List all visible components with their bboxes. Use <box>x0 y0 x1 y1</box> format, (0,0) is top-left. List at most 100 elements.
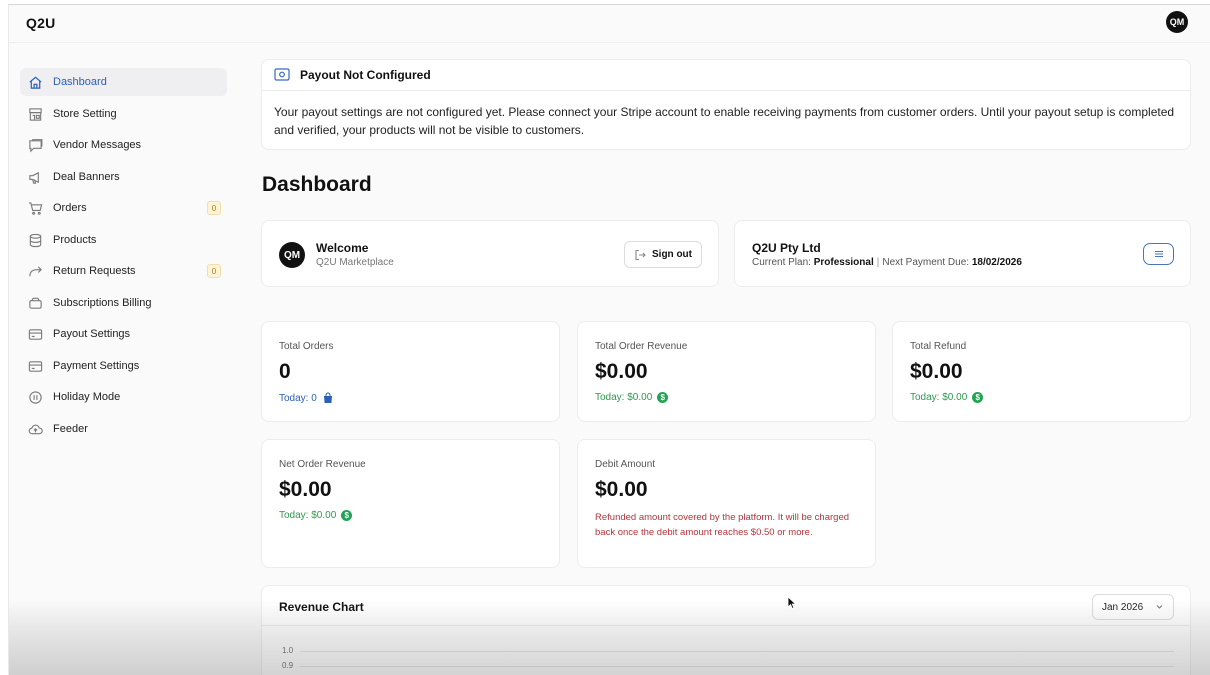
sidebar-item-vendor-messages[interactable]: Vendor Messages <box>20 131 227 159</box>
orders-count-badge: 0 <box>207 201 221 215</box>
sidebar-item-deal-banners[interactable]: Deal Banners <box>20 163 227 191</box>
debit-note: Refunded amount covered by the platform.… <box>595 512 850 538</box>
month-select[interactable]: Jan 2026 <box>1092 594 1174 620</box>
chart-title: Revenue Chart <box>279 600 364 614</box>
sidebar-item-label: Holiday Mode <box>53 391 121 403</box>
stat-value: $0.00 <box>279 478 332 501</box>
sign-out-label: Sign out <box>652 249 692 260</box>
stat-label: Total Orders <box>279 341 334 352</box>
returns-count-badge: 0 <box>207 264 221 278</box>
sidebar-item-label: Payment Settings <box>53 360 140 372</box>
stat-today: Today: $0.00 $ <box>279 510 353 521</box>
user-avatar[interactable]: QM <box>1166 11 1188 33</box>
plan-label: Current Plan: <box>752 257 811 268</box>
total-refund-card: Total Refund $0.00 Today: $0.00 $ <box>892 321 1191 422</box>
money-icon <box>274 68 290 82</box>
app-window: Q2U QM Dashboard Store Setting Vendor Me… <box>8 4 1210 675</box>
return-arrow-icon <box>27 263 43 279</box>
cart-icon <box>27 200 43 216</box>
company-name: Q2U Pty Ltd <box>752 241 821 255</box>
sidebar-item-subscriptions-billing[interactable]: Subscriptions Billing <box>20 289 227 317</box>
sidebar-item-label: Feeder <box>53 423 88 435</box>
stat-today: Today: $0.00 $ <box>910 392 984 403</box>
sidebar-item-payout-settings[interactable]: Payout Settings <box>20 320 227 348</box>
card-icon <box>27 358 43 374</box>
sidebar-item-label: Vendor Messages <box>53 139 142 151</box>
sidebar-item-dashboard[interactable]: Dashboard <box>20 68 227 96</box>
page-title: Dashboard <box>262 173 372 196</box>
gridline <box>300 666 1174 667</box>
store-icon <box>27 106 43 122</box>
stat-today-text: Today: 0 <box>279 392 317 404</box>
dollar-icon: $ <box>341 510 353 521</box>
stat-value: $0.00 <box>595 478 648 501</box>
sidebar-item-label: Return Requests <box>53 265 136 277</box>
stat-label: Debit Amount <box>595 459 656 470</box>
sidebar-item-feeder[interactable]: Feeder <box>20 415 227 443</box>
month-select-value: Jan 2026 <box>1102 601 1144 613</box>
sidebar-item-label: Subscriptions Billing <box>53 297 152 309</box>
stat-today: Today: 0 <box>279 392 334 404</box>
stat-today-text: Today: $0.00 <box>910 392 968 403</box>
cloud-upload-icon <box>27 421 43 437</box>
stat-today: Today: $0.00 $ <box>595 392 669 403</box>
brand-logo[interactable]: Q2U <box>26 15 55 31</box>
y-tick-label: 1.0 <box>282 646 294 655</box>
avatar: QM <box>279 242 305 268</box>
due-value: 18/02/2026 <box>971 257 1022 268</box>
home-icon <box>27 74 43 90</box>
sidebar-item-label: Store Setting <box>53 108 117 120</box>
stat-today-text: Today: $0.00 <box>279 510 337 521</box>
alert-message: Your payout settings are not configured … <box>274 105 1175 137</box>
sidebar-item-label: Payout Settings <box>53 328 131 340</box>
plan-info: Current Plan: Professional | Next Payment … <box>752 257 1022 268</box>
net-order-revenue-card: Net Order Revenue $0.00 Today: $0.00 $ <box>261 439 560 568</box>
sign-out-icon <box>634 249 646 261</box>
sidebar-item-label: Deal Banners <box>53 171 120 183</box>
top-bar: Q2U QM <box>9 5 1210 43</box>
stat-value: 0 <box>279 360 291 383</box>
plan-value: Professional <box>813 257 874 268</box>
sidebar-item-return-requests[interactable]: Return Requests 0 <box>20 257 227 285</box>
sidebar-item-orders[interactable]: Orders 0 <box>20 194 227 222</box>
dollar-icon: $ <box>657 392 669 403</box>
stat-label: Net Order Revenue <box>279 459 366 470</box>
company-card: Q2U Pty Ltd Current Plan: Professional | N… <box>734 220 1191 287</box>
menu-button[interactable] <box>1143 243 1174 265</box>
sign-out-button[interactable]: Sign out <box>624 241 702 268</box>
sidebar-item-store-setting[interactable]: Store Setting <box>20 100 227 128</box>
sidebar-item-label: Products <box>53 234 97 246</box>
marketplace-name: Q2U Marketplace <box>316 257 394 268</box>
sidebar-item-label: Orders <box>53 202 87 214</box>
dollar-icon: $ <box>972 392 984 403</box>
sidebar-item-products[interactable]: Products <box>20 226 227 254</box>
revenue-chart-card: Revenue Chart Jan 2026 1.0 0.9 <box>261 585 1191 675</box>
sidebar: Dashboard Store Setting Vendor Messages … <box>9 43 249 675</box>
debit-amount-card: Debit Amount $0.00 Refunded amount cover… <box>577 439 876 568</box>
chevron-down-icon <box>1155 602 1164 611</box>
database-icon <box>27 232 43 248</box>
stat-today-text: Today: $0.00 <box>595 392 653 403</box>
stat-label: Total Refund <box>910 341 967 352</box>
due-label: Next Payment Due: <box>882 257 970 268</box>
payout-alert: Payout Not Configured Your payout settin… <box>261 59 1191 150</box>
megaphone-icon <box>27 169 43 185</box>
welcome-title: Welcome <box>316 241 369 255</box>
total-orders-card: Total Orders 0 Today: 0 <box>261 321 560 422</box>
welcome-card: QM Welcome Q2U Marketplace Sign out <box>261 220 719 287</box>
total-order-revenue-card: Total Order Revenue $0.00 Today: $0.00 $ <box>577 321 876 422</box>
pause-icon <box>27 389 43 405</box>
sidebar-item-payment-settings[interactable]: Payment Settings <box>20 352 227 380</box>
wallet-icon <box>27 295 43 311</box>
message-icon <box>27 137 43 153</box>
stat-label: Total Order Revenue <box>595 341 688 352</box>
mouse-cursor-icon <box>787 596 797 610</box>
stat-value: $0.00 <box>595 360 648 383</box>
sidebar-item-label: Dashboard <box>53 76 107 88</box>
stat-value: $0.00 <box>910 360 963 383</box>
hamburger-icon <box>1154 245 1164 263</box>
alert-header: Payout Not Configured <box>262 60 1190 91</box>
alert-title: Payout Not Configured <box>300 68 431 82</box>
card-icon <box>27 326 43 342</box>
sidebar-item-holiday-mode[interactable]: Holiday Mode <box>20 383 227 411</box>
